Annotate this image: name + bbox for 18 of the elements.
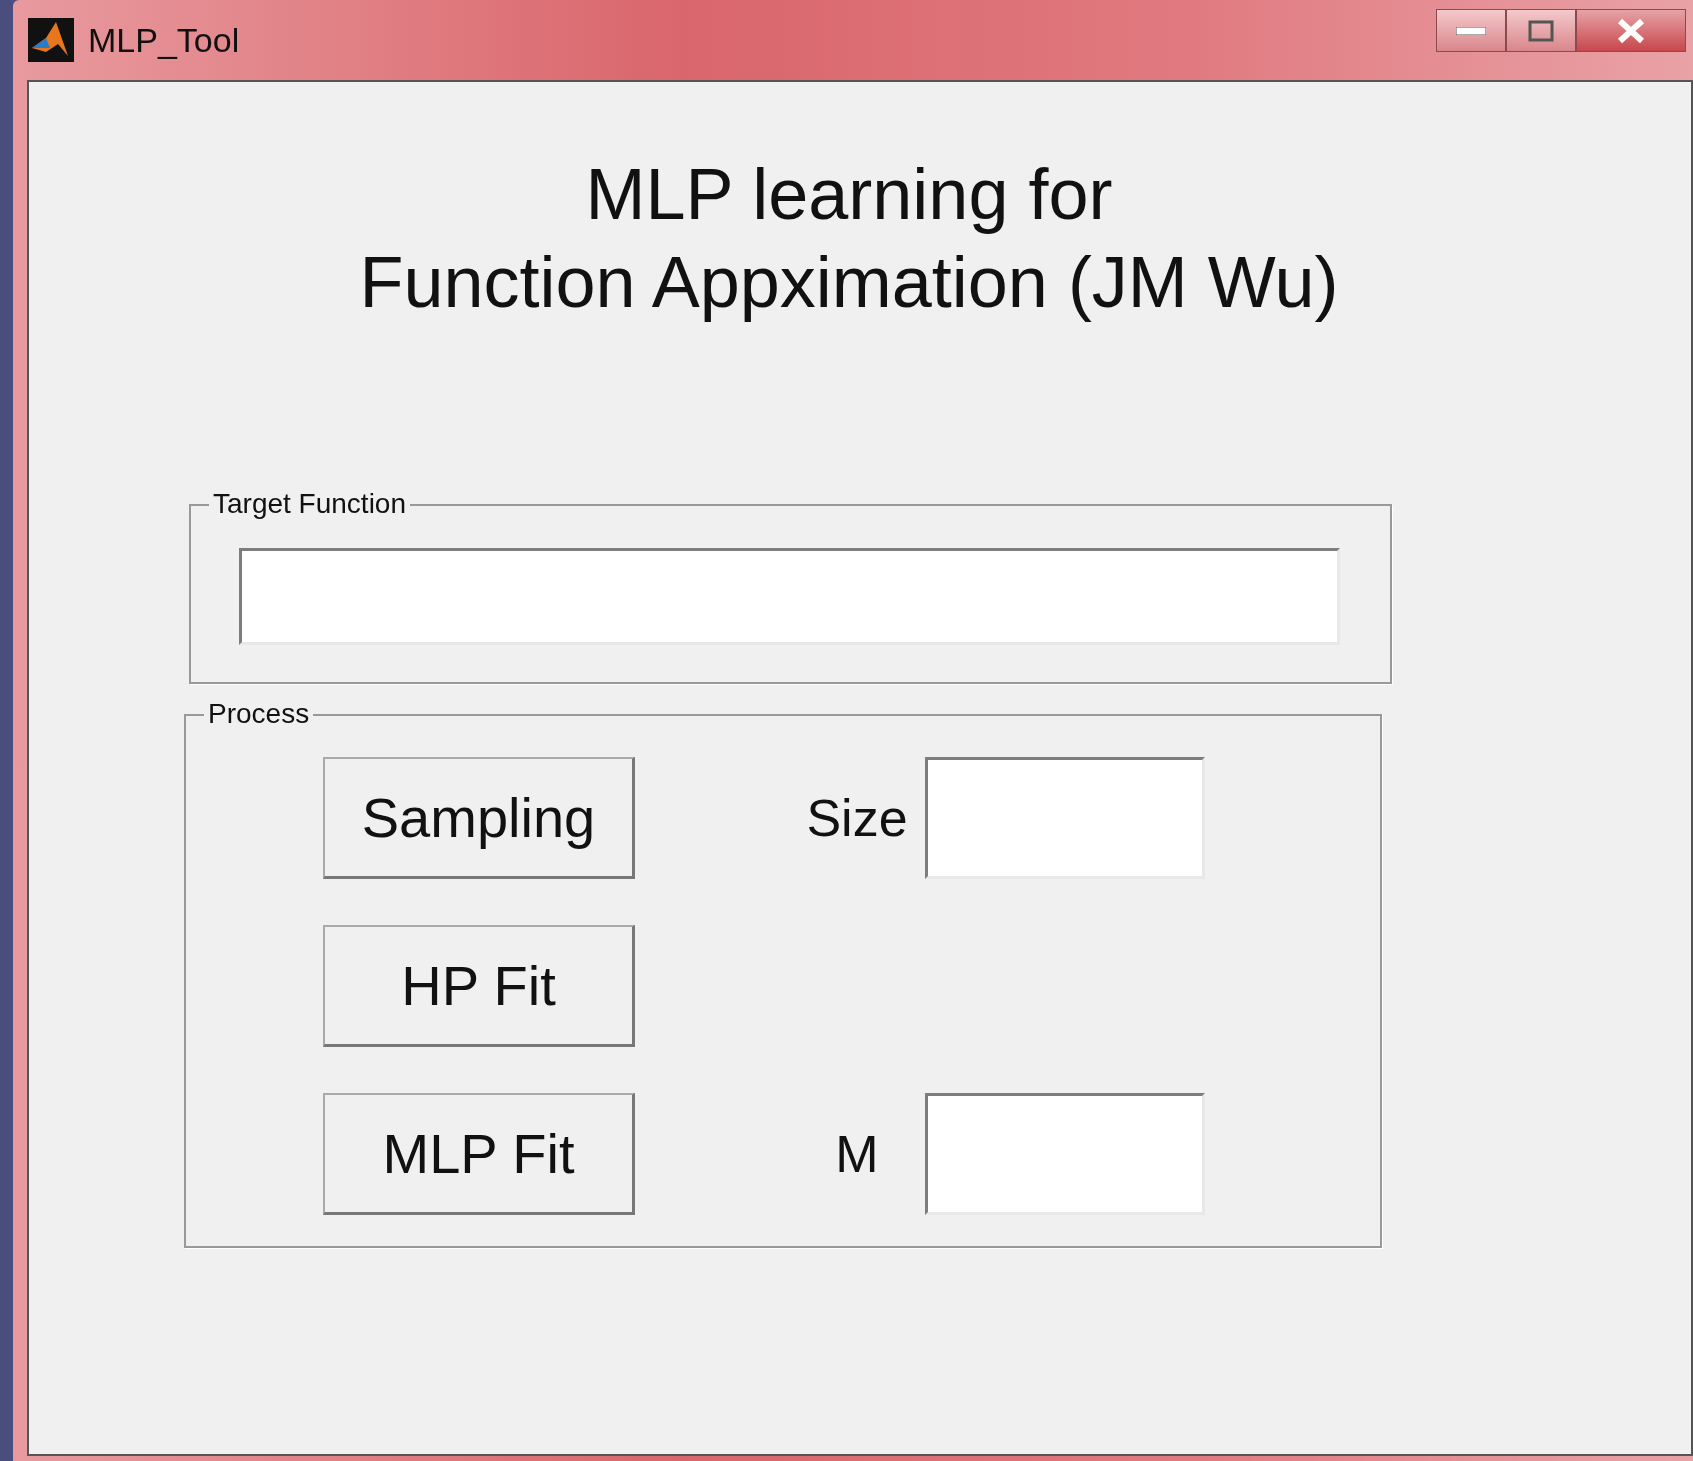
field-label: M <box>834 1124 880 1185</box>
heading-line: MLP learning for <box>584 153 1114 236</box>
maximize-button[interactable] <box>1506 9 1576 52</box>
app-logo-icon <box>28 18 74 62</box>
close-button[interactable] <box>1576 9 1686 52</box>
close-icon <box>1617 17 1645 44</box>
input-field[interactable] <box>925 757 1205 879</box>
minimize-icon <box>1456 26 1486 35</box>
action-button[interactable]: Sampling <box>323 757 635 879</box>
input-field[interactable] <box>925 1093 1205 1215</box>
heading-line: Function Appximation (JM Wu) <box>358 241 1340 324</box>
maximize-icon <box>1528 19 1554 42</box>
window-title: MLP_Tool <box>88 19 240 61</box>
action-button[interactable]: HP Fit <box>323 925 635 1047</box>
field-label: Size <box>805 788 909 849</box>
minimize-button[interactable] <box>1436 9 1506 52</box>
input-field[interactable] <box>239 548 1340 645</box>
action-button[interactable]: MLP Fit <box>323 1093 635 1215</box>
